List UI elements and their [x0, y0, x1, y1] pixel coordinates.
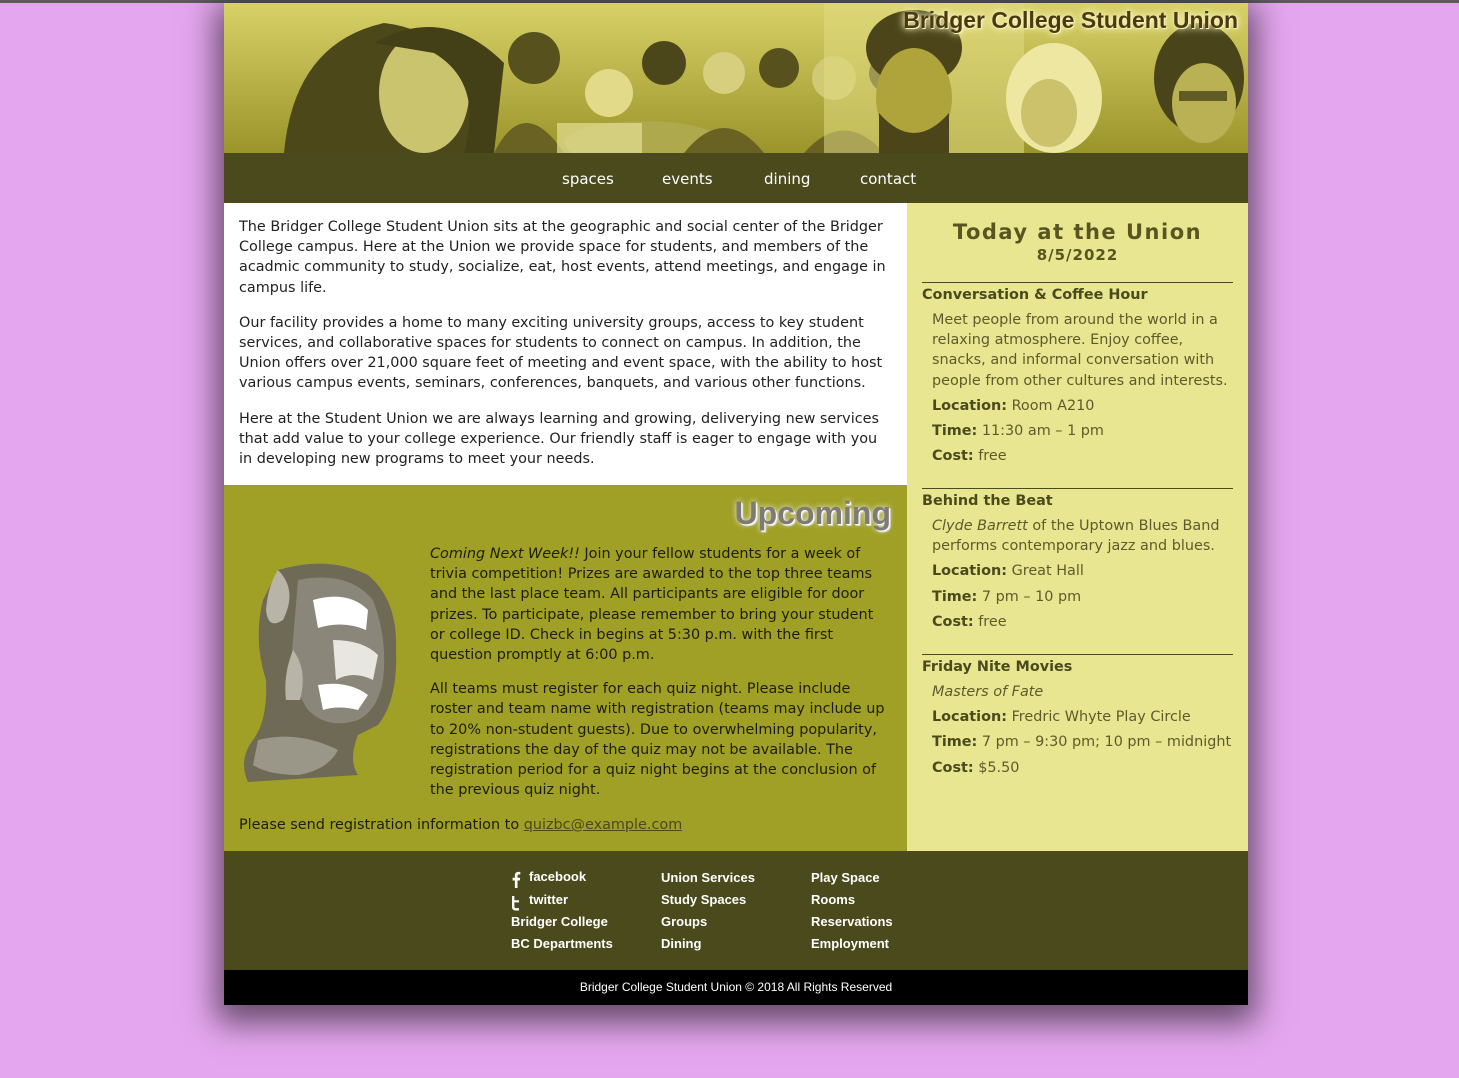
- nav-item-dining[interactable]: dining: [764, 170, 810, 188]
- event-time: Time: 7 pm – 10 pm: [932, 587, 1233, 607]
- site-title: Bridger College Student Union: [903, 7, 1238, 33]
- footer-link-dining[interactable]: Dining: [661, 933, 755, 955]
- intro-paragraph: Our facility provides a home to many exc…: [239, 314, 883, 392]
- trivia-paragraph: Coming Next Week!! Join your fellow stud…: [430, 544, 892, 665]
- location-value: Great Hall: [1011, 563, 1084, 580]
- header-banner: Bridger College Student Union: [224, 3, 1248, 153]
- footer-column-services: Union Services Study Spaces Groups Dinin…: [661, 867, 755, 955]
- twitter-icon: [512, 896, 519, 911]
- time-value: 11:30 am – 1 pm: [981, 423, 1104, 440]
- footer: facebook twitter Bridger College BC Depa…: [224, 851, 1248, 970]
- event-time: Time: 7 pm – 9:30 pm; 10 pm – midnight: [932, 732, 1233, 752]
- facebook-icon: [512, 871, 521, 888]
- location-label: Location:: [932, 563, 1007, 580]
- email-link[interactable]: quizbc@example.com: [524, 817, 683, 833]
- copyright-bar: Bridger College Student Union © 2018 All…: [224, 970, 1248, 1005]
- trivia-description: Join your fellow students for a week of …: [430, 546, 874, 664]
- event-item: Friday Nite Movies Masters of Fate Locat…: [922, 654, 1233, 778]
- location-value: Room A210: [1011, 397, 1095, 414]
- upcoming-text: Coming Next Week!! Join your fellow stud…: [430, 544, 892, 814]
- facebook-link[interactable]: facebook: [511, 865, 613, 888]
- footer-link-bridger-college[interactable]: Bridger College: [511, 911, 613, 933]
- footer-link-rooms[interactable]: Rooms: [811, 889, 893, 911]
- intro-paragraph: Here at the Student Union we are always …: [239, 410, 879, 468]
- nav-item-spaces[interactable]: spaces: [562, 170, 614, 188]
- nav-item-contact[interactable]: contact: [860, 170, 916, 188]
- cost-label: Cost:: [932, 759, 974, 776]
- time-value: 7 pm – 10 pm: [981, 588, 1082, 605]
- footer-link-union-services[interactable]: Union Services: [661, 867, 755, 889]
- event-cost: Cost: $5.50: [932, 758, 1233, 778]
- today-sidebar: Today at the Union 8/5/2022 Conversation…: [907, 203, 1248, 851]
- location-label: Location:: [932, 709, 1007, 726]
- twitter-link[interactable]: twitter: [511, 888, 613, 911]
- event-location: Location: Fredric Whyte Play Circle: [932, 707, 1233, 727]
- event-location: Location: Great Hall: [932, 561, 1233, 581]
- footer-link-study-spaces[interactable]: Study Spaces: [661, 889, 755, 911]
- main-nav: spaces events dining contact: [224, 153, 1248, 203]
- footer-link-reservations[interactable]: Reservations: [811, 911, 893, 933]
- event-description: Masters of Fate: [932, 682, 1233, 702]
- time-label: Time:: [932, 734, 978, 751]
- footer-column-spaces: Play Space Rooms Reservations Employment: [811, 867, 893, 955]
- event-description: Meet people from around the world in a r…: [932, 312, 1228, 389]
- event-item: Behind the Beat Clyde Barrett of the Upt…: [922, 488, 1233, 632]
- send-text: Please send registration information to: [239, 817, 524, 833]
- footer-link-employment[interactable]: Employment: [811, 933, 893, 955]
- location-value: Fredric Whyte Play Circle: [1011, 709, 1191, 726]
- page-container: Bridger College Student Union spaces eve…: [224, 3, 1248, 1005]
- coming-next-week: Coming Next Week!!: [430, 546, 580, 562]
- cost-label: Cost:: [932, 613, 974, 630]
- time-value: 7 pm – 9:30 pm; 10 pm – midnight: [981, 734, 1232, 751]
- event-time: Time: 11:30 am – 1 pm: [932, 421, 1233, 441]
- cost-value: free: [978, 448, 1007, 465]
- event-location: Location: Room A210: [932, 396, 1233, 416]
- performer-name: Clyde Barrett: [932, 518, 1028, 534]
- event-name: Behind the Beat: [922, 493, 1053, 509]
- intro-paragraph: The Bridger College Student Union sits a…: [239, 219, 886, 296]
- cost-value: $5.50: [978, 759, 1020, 776]
- upcoming-title: Upcoming: [734, 495, 891, 531]
- nav-item-events[interactable]: events: [662, 170, 713, 188]
- registration-paragraph: All teams must register for each quiz ni…: [430, 681, 885, 799]
- event-description: Clyde Barrett of the Uptown Blues Band p…: [932, 516, 1233, 556]
- footer-link-play-space[interactable]: Play Space: [811, 867, 893, 889]
- event-cost: Cost: free: [932, 612, 1233, 632]
- time-label: Time:: [932, 588, 978, 605]
- twitter-label: twitter: [529, 892, 568, 907]
- facebook-label: facebook: [529, 869, 587, 884]
- today-date: 8/5/2022: [1036, 246, 1119, 264]
- event-cost: Cost: free: [932, 446, 1233, 466]
- event-name: Conversation & Coffee Hour: [922, 287, 1148, 303]
- movie-title: Masters of Fate: [932, 684, 1044, 700]
- intro-section: The Bridger College Student Union sits a…: [224, 203, 907, 485]
- footer-column-social: facebook twitter Bridger College BC Depa…: [511, 865, 613, 955]
- location-label: Location:: [932, 397, 1007, 414]
- send-registration-line: Please send registration information to …: [239, 817, 682, 833]
- event-name: Friday Nite Movies: [922, 659, 1073, 675]
- upcoming-section: Upcoming Coming Next Week!! Join your fe…: [224, 485, 907, 851]
- statue-bust-image: [244, 563, 397, 782]
- footer-link-groups[interactable]: Groups: [661, 911, 755, 933]
- time-label: Time:: [932, 423, 978, 440]
- event-item: Conversation & Coffee Hour Meet people f…: [922, 282, 1233, 466]
- cost-label: Cost:: [932, 448, 974, 465]
- today-title: Today at the Union: [952, 220, 1203, 244]
- cost-value: free: [978, 613, 1007, 630]
- footer-link-bc-departments[interactable]: BC Departments: [511, 933, 613, 955]
